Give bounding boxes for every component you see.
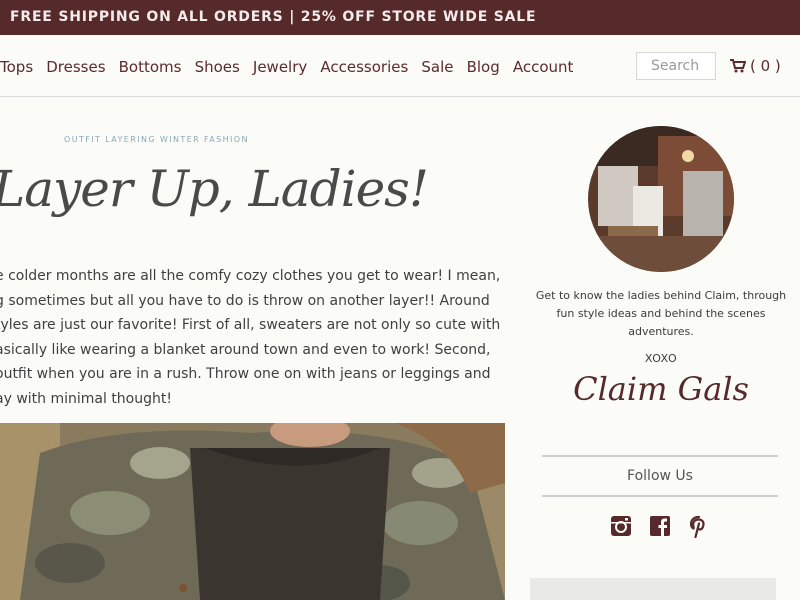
search-placeholder: Search (651, 58, 700, 74)
post-body: e colder months are all the comfy cozy c… (0, 264, 505, 414)
facebook-icon[interactable] (649, 515, 673, 539)
promo-banner-text: FREE SHIPPING ON ALL ORDERS | 25% OFF ST… (10, 9, 537, 25)
divider (542, 455, 778, 457)
cart-button[interactable]: ( 0 ) (730, 57, 781, 77)
follow-heading: Follow Us (627, 468, 693, 484)
store-photo (588, 126, 734, 272)
sign-off: XOXO (644, 352, 678, 365)
post-body-line: tyles are just our favorite! First of al… (0, 317, 501, 333)
nav-item-jewelry[interactable]: Jewelry (253, 58, 307, 76)
nav-item-sale[interactable]: Sale (421, 58, 453, 76)
post-body-line: e colder months are all the comfy cozy c… (0, 268, 501, 284)
signature: Claim Gals (573, 370, 749, 408)
nav-item-tops[interactable]: Tops (0, 58, 33, 76)
sidebar: Get to know the ladies behind Claim, thr… (530, 100, 800, 600)
pinterest-icon[interactable] (688, 515, 712, 539)
nav-item-dresses[interactable]: Dresses (46, 58, 105, 76)
nav-item-account[interactable]: Account (513, 58, 574, 76)
post-hero-image (0, 423, 505, 600)
search-input[interactable]: Search (636, 52, 716, 80)
nav-item-accessories[interactable]: Accessories (320, 58, 408, 76)
post-tags[interactable]: OUTFIT LAYERING WINTER FASHION (64, 135, 249, 144)
cart-count: ( 0 ) (750, 57, 781, 75)
post-body-line: asically like wearing a blanket around t… (0, 341, 491, 358)
about-text: Get to know the ladies behind Claim, thr… (535, 289, 787, 338)
nav-item-shoes[interactable]: Shoes (195, 58, 240, 76)
post-body-line: outfit when you are in a rush. Throw one… (0, 366, 491, 382)
shopping-cart-icon (730, 59, 747, 77)
main-nav: Tops Dresses Bottoms Shoes Jewelry Acces… (0, 35, 800, 97)
post-body-line: ay with minimal thought! (0, 390, 172, 407)
nav-item-bottoms[interactable]: Bottoms (119, 58, 182, 76)
nav-menu: Tops Dresses Bottoms Shoes Jewelry Acces… (0, 57, 581, 76)
sidebar-widget (530, 578, 776, 600)
nav-item-blog[interactable]: Blog (467, 58, 500, 76)
promo-banner: FREE SHIPPING ON ALL ORDERS | 25% OFF ST… (0, 0, 800, 35)
post-title: Layer Up, Ladies! (0, 160, 429, 218)
post-body-line: g sometimes but all you have to do is th… (0, 292, 490, 309)
instagram-icon[interactable] (610, 515, 634, 539)
divider (542, 495, 778, 497)
